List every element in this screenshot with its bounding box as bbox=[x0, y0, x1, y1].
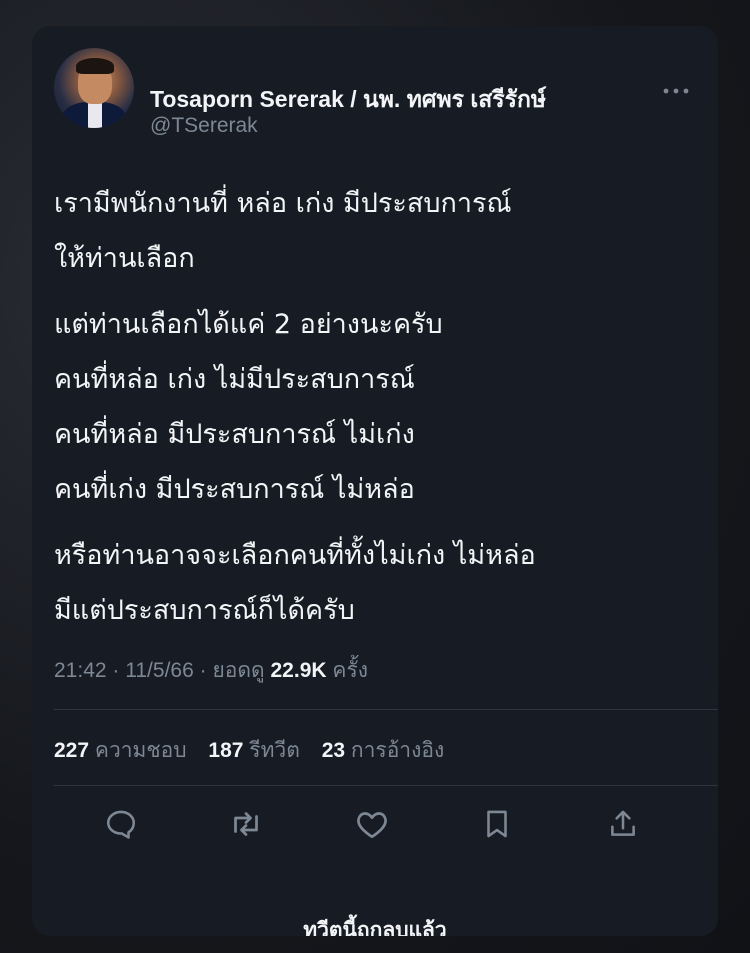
divider bbox=[54, 709, 718, 710]
likes-label[interactable]: ความชอบ bbox=[95, 739, 187, 762]
display-name[interactable]: Tosaporn Sererak / นพ. ทศพร เสรีรักษ์ bbox=[150, 82, 546, 118]
tweet-paragraph-2: แต่ท่านเลือกได้แค่ 2 อย่างนะครับ คนที่หล… bbox=[54, 297, 704, 517]
user-handle[interactable]: @TSererak bbox=[150, 114, 258, 138]
bookmark-icon bbox=[487, 810, 507, 838]
tweet-paragraph-1: เรามีพนักงานที่ หล่อ เก่ง มีประสบการณ์ ใ… bbox=[54, 176, 704, 286]
quotes-label[interactable]: การอ้างอิง bbox=[351, 739, 444, 762]
tweet-time[interactable]: 21:42 bbox=[54, 659, 107, 682]
quotes-count[interactable]: 23 bbox=[322, 739, 345, 762]
tweet-line: คนที่หล่อ มีประสบการณ์ ไม่เก่ง bbox=[54, 419, 415, 450]
likes-count[interactable]: 227 bbox=[54, 739, 89, 762]
retweet-icon bbox=[234, 812, 258, 836]
tweet-date[interactable]: 11/5/66 bbox=[125, 659, 194, 682]
tweet-line: แต่ท่านเลือกได้แค่ 2 อย่างนะครับ bbox=[54, 309, 443, 340]
deleted-notice: ทวีตนี้ถูกลบแล้ว bbox=[303, 918, 447, 936]
tweet-line: คนที่เก่ง มีประสบการณ์ ไม่หล่อ bbox=[54, 474, 415, 505]
meta-separator: · bbox=[199, 659, 207, 682]
tweet-text: เรามีพนักงานที่ หล่อ เก่ง มีประสบการณ์ ใ… bbox=[54, 176, 704, 638]
tweet-line: หรือท่านอาจจะเลือกคนที่ทั้งไม่เก่ง ไม่หล… bbox=[54, 540, 536, 571]
tweet-stats: 227 ความชอบ 187 รีทวีต 23 การอ้างอิง bbox=[54, 734, 444, 767]
share-button[interactable] bbox=[603, 804, 643, 844]
like-icon bbox=[357, 812, 387, 839]
tweet-paragraph-3: หรือท่านอาจจะเลือกคนที่ทั้งไม่เก่ง ไม่หล… bbox=[54, 528, 704, 638]
bookmark-button[interactable] bbox=[477, 804, 517, 844]
retweets-label[interactable]: รีทวีต bbox=[249, 739, 300, 762]
tweet-line: มีแต่ประสบการณ์ก็ได้ครับ bbox=[54, 595, 355, 626]
reply-icon bbox=[106, 810, 136, 839]
retweet-button[interactable] bbox=[226, 804, 266, 844]
reply-button[interactable] bbox=[101, 804, 141, 844]
tweet-meta: 21:42 · 11/5/66 · ยอดดู 22.9K ครั้ง bbox=[54, 654, 368, 687]
tweet-line: คนที่หล่อ เก่ง ไม่มีประสบการณ์ bbox=[54, 364, 415, 395]
views-count: 22.9K bbox=[270, 659, 327, 682]
divider bbox=[54, 785, 718, 786]
views-label: ยอดดู bbox=[212, 659, 265, 682]
meta-separator: · bbox=[112, 659, 120, 682]
tweet-header: Tosaporn Sererak / นพ. ทศพร เสรีรักษ์ @T… bbox=[54, 48, 696, 137]
tweet-line: ให้ท่านเลือก bbox=[54, 243, 195, 274]
action-bar bbox=[54, 804, 696, 844]
like-button[interactable] bbox=[352, 804, 392, 844]
views-unit: ครั้ง bbox=[332, 659, 368, 682]
avatar[interactable] bbox=[54, 48, 134, 128]
share-icon bbox=[611, 810, 635, 836]
retweets-count[interactable]: 187 bbox=[208, 739, 243, 762]
tweet-card: Tosaporn Sererak / นพ. ทศพร เสรีรักษ์ @T… bbox=[32, 26, 718, 936]
more-options-icon[interactable] bbox=[662, 86, 690, 96]
tweet-line: เรามีพนักงานที่ หล่อ เก่ง มีประสบการณ์ bbox=[54, 188, 512, 219]
